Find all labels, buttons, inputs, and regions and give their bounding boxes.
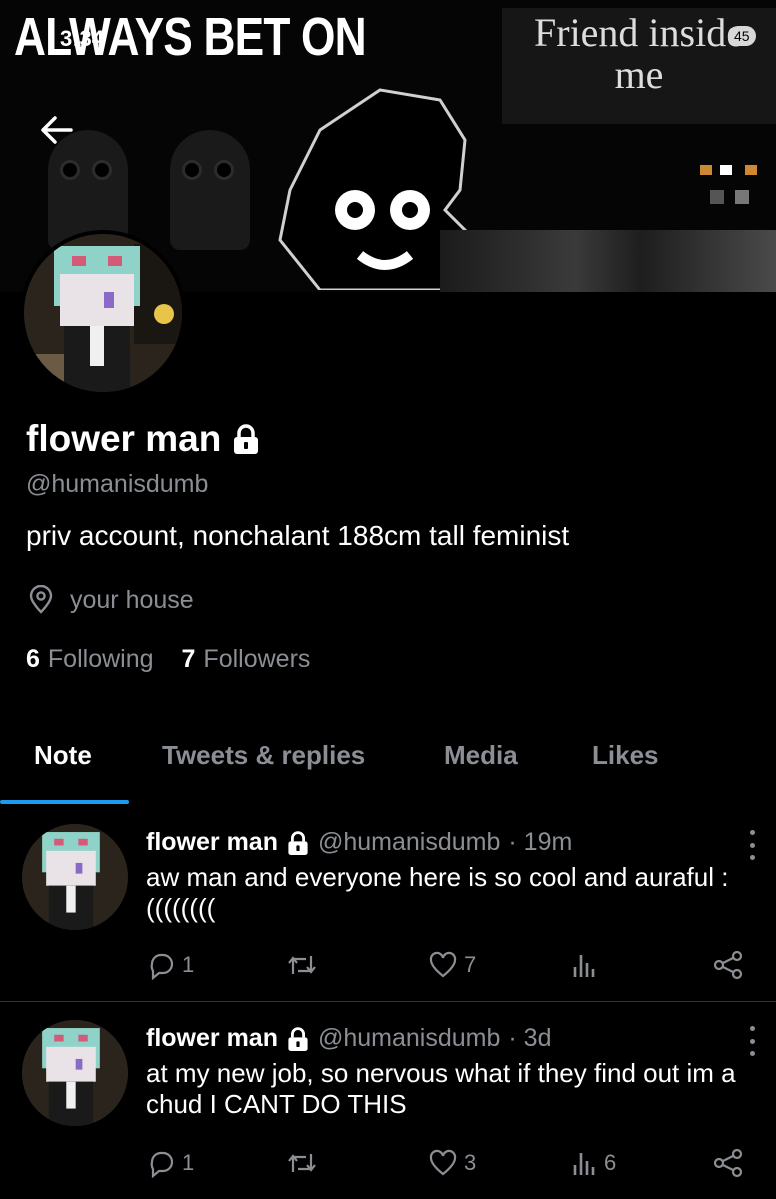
profile-bio: priv account, nonchalant 188cm tall femi… xyxy=(26,520,570,551)
like-icon xyxy=(429,951,457,978)
like-button[interactable]: 3 xyxy=(428,1148,476,1178)
tweet-author-handle[interactable]: @humanisdumb xyxy=(318,828,500,857)
tweet-divider xyxy=(0,1001,776,1002)
tab-tweets-replies[interactable]: Tweets & replies xyxy=(162,740,365,771)
profile-handle: @humanisdumb xyxy=(26,470,209,498)
following-count: 6 xyxy=(26,645,40,673)
tweet-text: aw man and everyone here is so cool and … xyxy=(146,862,729,923)
tweet-time[interactable]: · 3d xyxy=(508,1024,551,1053)
tab-media[interactable]: Media xyxy=(444,740,518,771)
tweet-actions: 1 7 xyxy=(146,950,756,986)
share-button[interactable] xyxy=(712,950,744,980)
lock-icon xyxy=(288,830,308,855)
tweet-header: flower man @humanisdumb · 3d xyxy=(146,1024,552,1053)
following-label: Following xyxy=(47,645,154,673)
views-icon xyxy=(573,1153,595,1175)
profile-avatar[interactable] xyxy=(20,230,186,396)
view-count: 6 xyxy=(604,1150,617,1175)
share-icon xyxy=(713,950,743,980)
tweet-time[interactable]: · 19m xyxy=(508,828,572,857)
lock-icon xyxy=(288,1026,308,1051)
retweet-button[interactable] xyxy=(286,1148,324,1178)
follow-stats: 6 Following 7 Followers xyxy=(26,645,310,674)
views-button[interactable] xyxy=(570,950,604,980)
reply-button[interactable]: 1 xyxy=(146,950,194,980)
banner-figure xyxy=(170,130,250,250)
avatar-pixel-character xyxy=(22,824,128,930)
tweet-author-name[interactable]: flower man xyxy=(146,1024,278,1053)
views-icon xyxy=(573,955,595,977)
back-arrow-icon xyxy=(41,116,73,144)
banner-pixel-art xyxy=(700,165,757,204)
reply-icon xyxy=(150,953,174,980)
like-count: 3 xyxy=(464,1150,477,1175)
more-options-button[interactable] xyxy=(742,830,762,860)
location-pin-icon xyxy=(29,585,53,614)
retweet-icon xyxy=(288,1154,316,1172)
reply-icon xyxy=(150,1151,174,1178)
following-link[interactable]: 6 Following xyxy=(26,645,154,674)
reply-button[interactable]: 1 xyxy=(146,1148,194,1178)
banner-photo-strip xyxy=(440,230,776,292)
tweet-avatar[interactable] xyxy=(22,824,128,930)
followers-label: Followers xyxy=(203,645,311,673)
like-button[interactable]: 7 xyxy=(428,950,476,980)
active-tab-indicator xyxy=(0,800,129,804)
reply-count: 1 xyxy=(182,1150,195,1175)
avatar-pixel-character xyxy=(24,234,182,392)
tweet-author-handle[interactable]: @humanisdumb xyxy=(318,1024,500,1053)
tweet-actions: 1 3 6 xyxy=(146,1148,756,1184)
followers-count: 7 xyxy=(181,645,196,673)
battery-indicator: 45 xyxy=(728,26,756,46)
lock-icon xyxy=(234,424,259,454)
tweet-text: at my new job, so nervous what if they f… xyxy=(146,1058,736,1119)
status-time: 3:34 xyxy=(60,26,105,51)
location-text: your house xyxy=(70,585,194,614)
profile-display-name: flower man xyxy=(26,418,261,460)
display-name-text: flower man xyxy=(26,418,222,459)
like-count: 7 xyxy=(464,952,477,977)
tweet-author-name[interactable]: flower man xyxy=(146,828,278,857)
views-button[interactable]: 6 xyxy=(570,1148,616,1178)
followers-link[interactable]: 7 Followers xyxy=(182,645,311,674)
more-options-button[interactable] xyxy=(742,1026,762,1056)
back-button[interactable] xyxy=(32,108,82,152)
avatar-pixel-character xyxy=(22,1020,128,1126)
tab-note[interactable]: Note xyxy=(34,740,92,771)
profile-tabs: Note Tweets & replies Media Likes xyxy=(0,720,776,804)
share-icon xyxy=(713,1148,743,1178)
retweet-icon xyxy=(288,956,316,974)
tweet-header: flower man @humanisdumb · 19m xyxy=(146,828,572,857)
tweet-avatar[interactable] xyxy=(22,1020,128,1126)
like-icon xyxy=(429,1149,457,1176)
share-button[interactable] xyxy=(712,1148,744,1178)
profile-location: your house xyxy=(26,585,194,615)
retweet-button[interactable] xyxy=(286,950,324,980)
reply-count: 1 xyxy=(182,952,195,977)
tweet[interactable]: flower man @humanisdumb · 3d at my new j… xyxy=(0,1016,776,1199)
tab-likes[interactable]: Likes xyxy=(592,740,659,771)
tweet[interactable]: flower man @humanisdumb · 19m aw man and… xyxy=(0,820,776,1000)
